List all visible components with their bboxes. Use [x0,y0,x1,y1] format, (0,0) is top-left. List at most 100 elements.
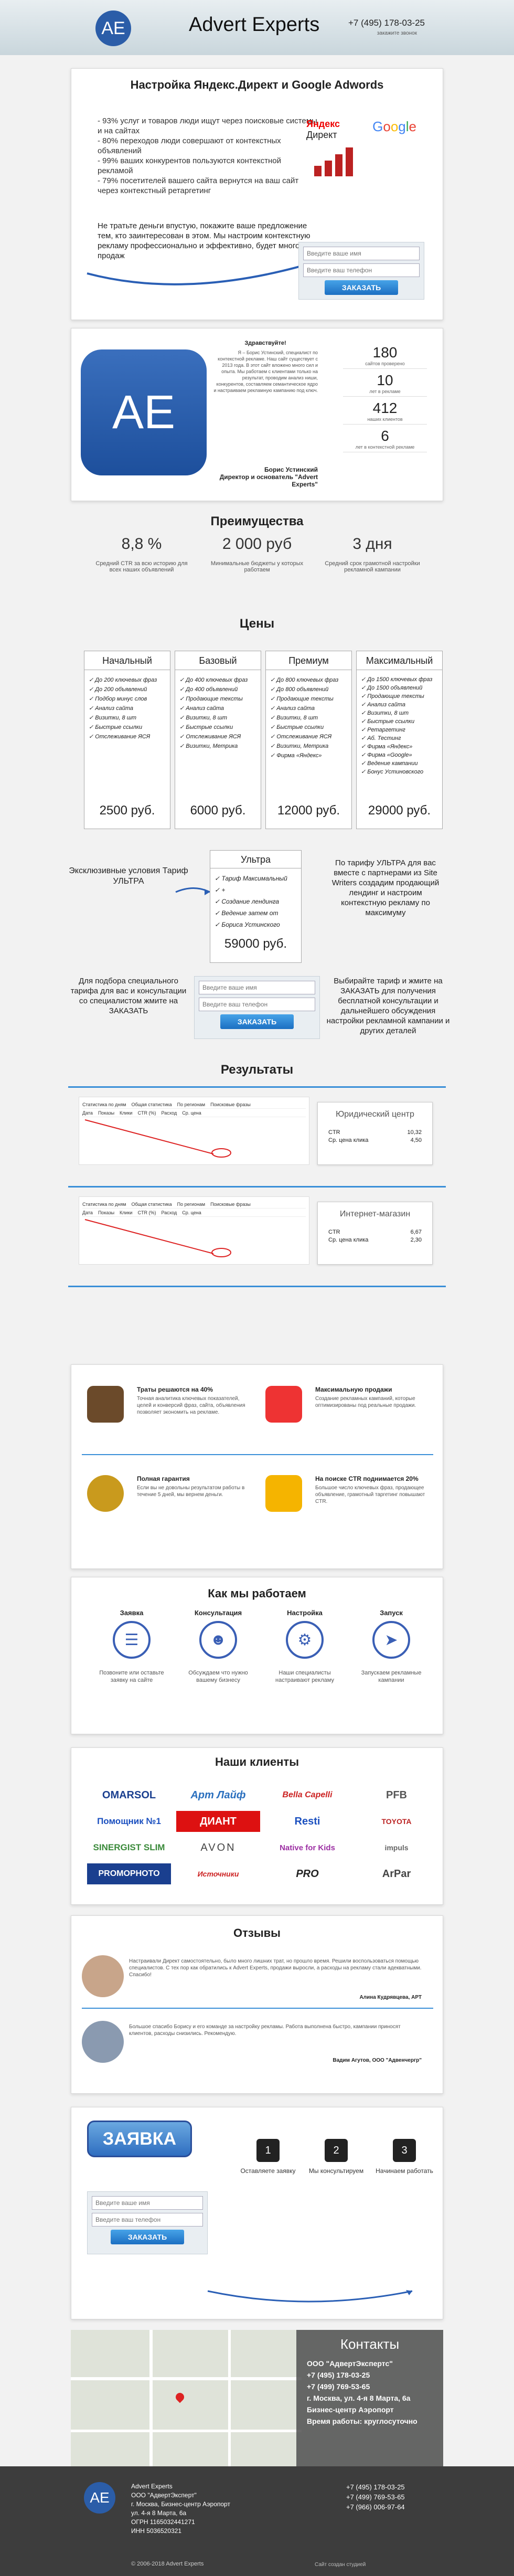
arrow-up-icon [265,1475,302,1512]
application-step: 3 Начинаем работать [376,2139,433,2175]
footer-company-info: Advert Experts ООО "АдвертЭксперт" г. Моск… [131,2483,230,2535]
hero-title: Настройка Яндекс.Директ и Google Adwords [130,78,384,91]
step-item: Заявка ☰ Позвоните или оставьте заявку на … [99,1609,164,1683]
header-phone[interactable]: +7 (495) 178-03-25 [348,18,425,28]
gear-icon: ⚙ [286,1621,324,1659]
contacts-panel: Контакты ООО "АдвертЭкспертс" +7 (495) 1… [296,2330,443,2466]
benefit-item: Траты решаются на 40% Точная аналитика кл… [87,1386,255,1423]
how-we-work-section: Как мы работаем Заявка ☰ Позвоните или ост… [71,1577,443,1734]
growth-chart-icon [314,147,353,176]
director-text: Я – Борис Устинский, специалист по конте… [213,350,318,393]
red-arrow-icon [84,1219,231,1257]
footer-phones[interactable]: +7 (495) 178-03-25 +7 (499) 769-53-65 +7 (… [346,2482,405,2512]
clients-section: Наши клиенты OMARSOL Арт Лайф Bella Cape… [71,1747,443,1905]
client-logo: ДИАНТ [176,1811,260,1832]
result-case-legal: Юридический центр CTR Ср. цена клика 10,32… [317,1102,433,1165]
step-item: Запуск ➤ Запускаем рекламные кампании [361,1609,422,1683]
wallet-icon [87,1386,124,1423]
benefit-item: Максимальную продажи Создание рекламных к… [265,1386,433,1423]
order-button[interactable]: ЗАКАЗАТЬ [220,1014,294,1029]
yandex-direct-logo: Яндекс Директ [306,119,340,140]
client-logo: impuls [384,1843,409,1852]
hero-bullet: 99% ваших конкурентов пользуются контекс… [98,156,318,176]
advantage-item: 3 дня Средний срок грамотной настройки ре… [325,535,420,573]
phone-icon [265,1386,302,1423]
company-logo: AE [81,349,207,475]
benefit-item: Полная гарантия Если вы не довольны резул… [87,1475,255,1512]
name-input[interactable] [199,981,315,994]
phone-input[interactable] [92,2213,203,2227]
ultra-note: По тарифу УЛЬТРА для вас вместе с партне… [331,858,440,917]
stats-screenshot: Статистика по дням Общая статистика По рег… [79,1097,309,1165]
application-section: ЗАЯВКА ЗАКАЗАТЬ 1Оставляете заявку 2Мы к… [71,2107,443,2319]
client-logo: Арт Лайф [190,1789,246,1801]
copyright: © 2006-2018 Advert Experts [131,2561,204,2567]
map-road [71,2430,302,2432]
plan-card-ultra[interactable]: Ультра Тариф Максимальный+Создание ленди… [210,850,302,963]
stat-item: 180 сайтов проверено [343,344,427,369]
divider [68,1086,446,1088]
plan-price: 29000 руб. [368,803,431,818]
client-logo: Bella Capelli [282,1790,333,1799]
result-case-shop: Интернет-магазин CTR Ср. цена клика 6,67 2,… [317,1202,433,1265]
plan-price: 59000 руб. [224,937,287,951]
plan-card-premium[interactable]: Премиум До 800 ключевых фразДо 800 объяв… [265,651,352,829]
callback-link[interactable]: закажите звонок [377,30,417,36]
step-item: Настройка ⚙ Наши специалисты настраивают р… [275,1609,334,1683]
client-logo: PRO [296,1868,319,1880]
avatar [82,2021,124,2063]
phone-input[interactable] [199,998,315,1011]
greeting: Здравствуйте! [244,340,286,346]
hero-order-form: ЗАКАЗАТЬ [298,242,424,300]
contacts-map[interactable]: Контакты ООО "АдвертЭкспертс" +7 (495) 1… [71,2330,443,2466]
plan-price: 12000 руб. [277,803,340,818]
name-input[interactable] [92,2196,203,2210]
arrow-right-icon [175,887,210,895]
ultra-description: Эксклюзивные условия Тариф УЛЬТРА [69,866,188,886]
plan-card-basic[interactable]: Начальный До 200 ключевых фразДо 200 объ… [84,651,170,829]
stat-item: 10 лет в рекламе [343,372,427,397]
logo[interactable]: AE [95,10,131,46]
plan-card-standard[interactable]: Базовый До 400 ключевых фразДо 400 объяв… [175,651,261,829]
hero-section: Настройка Яндекс.Директ и Google Adwords… [71,68,443,320]
client-logo: TOYOTA [381,1817,412,1826]
stat-item: 412 наших клиентов [343,400,427,425]
map-road [149,2330,153,2466]
plan-price: 6000 руб. [190,803,246,818]
client-logo: OMARSOL [102,1789,156,1801]
client-logo: Помощник №1 [97,1816,161,1826]
footer: AE Advert Experts ООО "АдвертЭксперт" г. М… [0,2466,514,2576]
client-logo: Resti [294,1815,320,1827]
people-icon: ☻ [199,1621,237,1659]
cta-left-text: Для подбора специального тарифа для вас … [70,977,187,1015]
client-logo: Native for Kids [280,1843,335,1852]
application-step: 2 Мы консультируем [307,2139,365,2175]
phone-input[interactable] [303,263,420,277]
how-title: Как мы работаем [208,1587,306,1600]
client-logo: PFB [386,1789,407,1801]
map-pin-icon[interactable] [174,2391,186,2403]
plan-card-maximum[interactable]: Максимальный До 1500 ключевых фразДо 150… [356,651,443,829]
red-arrow-icon [84,1119,231,1158]
google-logo: Google [372,119,416,134]
review-text: Настраивали Директ самостоятельно, было … [129,1958,422,1978]
plan-price: 2500 руб. [99,803,155,818]
studio-credit[interactable]: Сайт создан студией [315,2562,366,2568]
footer-logo[interactable]: AE [84,2482,115,2514]
reviews-title: Отзывы [233,1926,281,1939]
review-author: Алина Кудрявцева, АРТ [359,1995,422,2000]
client-logo: PROMOPHOTO [87,1863,171,1884]
client-logo: AVON [200,1841,236,1853]
order-button[interactable]: ЗАКАЗАТЬ [325,280,398,295]
advantages-title: Преимущества [210,514,304,528]
name-input[interactable] [303,247,420,260]
guarantee-badge-icon [87,1475,124,1512]
review-author: Вадим Агутов, ООО "Адвенчергр" [333,2058,422,2063]
benefits-section: Траты решаются на 40% Точная аналитика кл… [71,1364,443,1569]
map-road [228,2330,231,2466]
benefit-item: На поиске CTR поднимается 20% Большое чис… [265,1475,433,1512]
hero-bullets: 93% услуг и товаров люди ищут через поис… [98,116,318,196]
order-button[interactable]: ЗАКАЗАТЬ [111,2230,184,2244]
step-item: Консультация ☻ Обсуждаем что нужно вашему … [188,1609,248,1683]
rocket-icon: ➤ [372,1621,410,1659]
